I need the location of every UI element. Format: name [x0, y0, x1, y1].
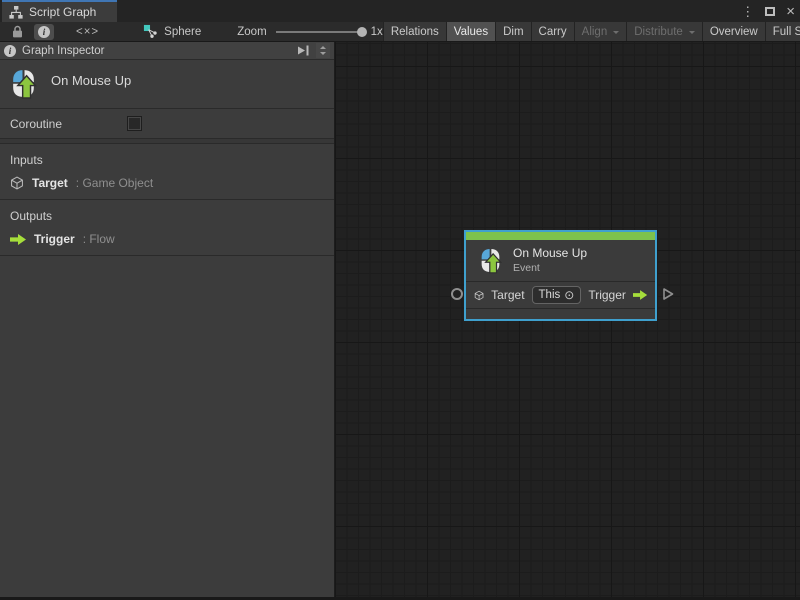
info-icon: i: [38, 26, 50, 38]
graph-toolbar: i <×> Sphere Zoom 1x Relations Values Di…: [0, 22, 800, 42]
toolbar-button-relations[interactable]: Relations: [383, 22, 446, 41]
panel-spinner: [316, 43, 330, 58]
inspector-empty-area: [0, 256, 334, 597]
chevron-down-icon: [613, 31, 619, 37]
flow-arrow-icon: [10, 234, 26, 245]
mouse-up-icon: [479, 247, 502, 274]
mouse-up-icon: [10, 68, 37, 99]
toolbar-button-values[interactable]: Values: [446, 22, 495, 41]
zoom-label: Zoom: [237, 26, 266, 38]
graph-name-label: Sphere: [164, 26, 201, 38]
script-graph-tab[interactable]: Script Graph: [2, 0, 117, 22]
outputs-section: Outputs Trigger : Flow: [0, 200, 334, 256]
code-preview-icon[interactable]: <×>: [76, 26, 99, 38]
trigger-port-label: Trigger: [588, 288, 626, 302]
target-port-label: Target: [491, 288, 524, 302]
unit-header: On Mouse Up: [0, 60, 334, 109]
toolbar-button-align[interactable]: Align: [574, 22, 627, 41]
unit-title: On Mouse Up: [51, 73, 131, 88]
trigger-flow-arrow-icon: [633, 289, 647, 301]
inputs-section: Inputs Target : Game Object: [0, 144, 334, 200]
object-picker-icon[interactable]: ⊙: [564, 288, 574, 302]
coroutine-row: Coroutine: [0, 109, 334, 139]
inspector-toggle-button[interactable]: i: [34, 24, 54, 40]
coroutine-label: Coroutine: [10, 117, 128, 131]
target-value: This: [539, 289, 561, 301]
toolbar-buttons: Relations Values Dim Carry Align Distrib…: [383, 22, 800, 41]
graph-pointer-icon: [143, 24, 158, 39]
node-input-port[interactable]: [451, 288, 463, 300]
input-row-target: Target : Game Object: [0, 170, 334, 199]
chevron-down-icon: [689, 31, 695, 37]
output-row-trigger: Trigger : Flow: [0, 226, 334, 255]
toolbar-button-carry[interactable]: Carry: [531, 22, 574, 41]
spinner-up-icon[interactable]: [320, 43, 326, 49]
zoom-slider-thumb[interactable]: [357, 27, 367, 37]
node-title: On Mouse Up: [513, 246, 587, 260]
node-subtitle: Event: [513, 262, 587, 274]
coroutine-checkbox[interactable]: [128, 117, 141, 130]
window-controls: ⋮ ×: [741, 0, 795, 22]
node-header: On Mouse Up Event: [466, 240, 655, 282]
graph-hierarchy-icon: [9, 6, 23, 19]
toolbar-button-distribute[interactable]: Distribute: [626, 22, 702, 41]
main-area: i Graph Inspector On Mouse Up: [0, 42, 800, 597]
inputs-heading: Inputs: [0, 144, 334, 170]
graph-canvas[interactable]: On Mouse Up Event Target This ⊙ Trigger: [335, 42, 800, 597]
close-icon[interactable]: ×: [786, 4, 795, 19]
node-output-port[interactable]: [662, 288, 674, 300]
game-object-cube-icon: [10, 176, 24, 190]
maximize-icon[interactable]: [765, 7, 775, 16]
dock-panel-icon[interactable]: [297, 45, 310, 56]
io-type: : Flow: [83, 232, 115, 246]
graph-inspector-title: Graph Inspector: [22, 45, 104, 57]
zoom-control: Zoom 1x: [237, 26, 383, 38]
zoom-value: 1x: [371, 26, 383, 38]
window-menu-icon[interactable]: ⋮: [741, 5, 754, 18]
node-color-bar: [466, 232, 655, 240]
node-footer: [466, 309, 655, 319]
io-type: : Game Object: [76, 176, 153, 190]
io-name: Trigger: [34, 232, 75, 246]
node-port-row: Target This ⊙ Trigger: [466, 282, 655, 309]
lock-button[interactable]: [8, 24, 27, 40]
spinner-down-icon[interactable]: [320, 52, 326, 58]
io-name: Target: [32, 176, 68, 190]
graph-inspector-header: i Graph Inspector: [0, 42, 334, 60]
outputs-heading: Outputs: [0, 200, 334, 226]
target-value-pill[interactable]: This ⊙: [532, 286, 582, 304]
graph-inspector-panel: i Graph Inspector On Mouse Up: [0, 42, 335, 597]
title-bar: Script Graph ⋮ ×: [0, 0, 800, 22]
toolbar-button-dim[interactable]: Dim: [495, 22, 530, 41]
toolbar-button-overview[interactable]: Overview: [702, 22, 765, 41]
tab-title: Script Graph: [29, 5, 96, 19]
lock-icon: [12, 25, 23, 38]
info-icon: i: [4, 45, 16, 57]
graph-context: Sphere: [143, 24, 201, 39]
game-object-cube-icon: [474, 289, 484, 302]
zoom-slider[interactable]: [276, 31, 366, 33]
on-mouse-up-node[interactable]: On Mouse Up Event Target This ⊙ Trigger: [464, 230, 657, 321]
toolbar-button-fullscreen[interactable]: Full Screen: [765, 22, 800, 41]
